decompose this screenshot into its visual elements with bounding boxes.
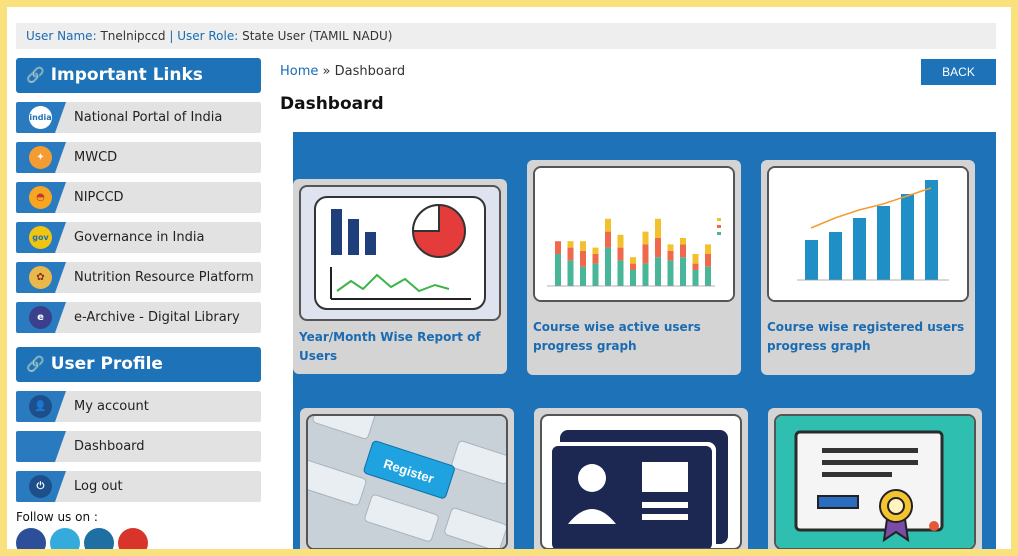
sidebar-item-mwcd[interactable]: ✦ MWCD [16, 142, 261, 173]
report-thumbnail [299, 185, 501, 321]
registered-users-graph-thumbnail [767, 166, 969, 302]
mwcd-icon: ✦ [29, 146, 52, 169]
link-icon: 🔗 [26, 66, 45, 84]
sidebar-item-nipccd[interactable]: ◓ NIPCCD [16, 182, 261, 213]
active-users-graph-thumbnail [533, 166, 735, 302]
user-separator: | [169, 29, 174, 43]
certificate-thumbnail [774, 414, 976, 549]
back-button[interactable]: BACK [921, 59, 996, 85]
register-thumbnail: Register [306, 414, 508, 549]
bar-line-chart-icon [769, 168, 967, 300]
important-links-header: 🔗 Important Links [16, 58, 261, 93]
sidebar-item-label: My account [74, 399, 149, 414]
dashboard-panel: Year/Month Wise Report of Users Course w… [293, 132, 996, 549]
sidebar-item-dashboard[interactable]: Dashboard [16, 431, 261, 462]
card-course-active-users[interactable]: Course wise active users progress graph [527, 160, 741, 375]
sidebar-item-nutrition[interactable]: ✿ Nutrition Resource Platform [16, 262, 261, 293]
user-info-bar: User Name: Tnelnipccd | User Role: State… [16, 23, 996, 49]
user-role: State User (TAMIL NADU) [242, 29, 393, 43]
important-links-title: Important Links [50, 65, 203, 85]
user-role-label: User Role: [177, 29, 239, 43]
mygov-icon: gov [29, 226, 52, 249]
sidebar: 🔗 Important Links india National Portal o… [16, 58, 261, 549]
twitter-icon[interactable] [50, 528, 80, 549]
card-caption[interactable]: Course wise registered users progress gr… [767, 318, 972, 356]
power-icon: ⏻ [29, 475, 52, 498]
sidebar-item-label: National Portal of India [74, 110, 223, 125]
linkedin-icon[interactable] [84, 528, 114, 549]
card-register[interactable]: Register [300, 408, 514, 549]
sidebar-item-e-archive[interactable]: e e-Archive - Digital Library [16, 302, 261, 333]
id-card-thumbnail [540, 414, 742, 549]
sidebar-item-label: Governance in India [74, 230, 205, 245]
card-caption[interactable]: Year/Month Wise Report of Users [299, 328, 507, 366]
card-certificate[interactable] [768, 408, 982, 549]
card-course-registered-users[interactable]: Course wise registered users progress gr… [761, 160, 975, 375]
breadcrumb-separator: » [322, 64, 331, 79]
report-chart-icon [314, 196, 486, 310]
user-profile-title: User Profile [50, 354, 163, 374]
sidebar-item-national-portal[interactable]: india National Portal of India [16, 102, 261, 133]
user-icon: 👤 [29, 395, 52, 418]
breadcrumb: Home » Dashboard [280, 64, 405, 79]
sidebar-item-log-out[interactable]: ⏻ Log out [16, 471, 261, 502]
keyboard-register-icon: Register [308, 416, 506, 548]
breadcrumb-current: Dashboard [334, 64, 406, 79]
certificate-icon [776, 416, 974, 548]
youtube-icon[interactable] [118, 528, 148, 549]
link-icon: 🔗 [26, 355, 45, 373]
sidebar-item-my-account[interactable]: 👤 My account [16, 391, 261, 422]
id-card-icon [542, 416, 740, 548]
sidebar-item-governance[interactable]: gov Governance in India [16, 222, 261, 253]
stacked-bar-chart-icon [535, 168, 733, 300]
page-frame: User Name: Tnelnipccd | User Role: State… [7, 7, 1011, 549]
sidebar-item-label: Dashboard [74, 439, 145, 454]
sidebar-item-label: NIPCCD [74, 190, 124, 205]
sidebar-item-label: Nutrition Resource Platform [74, 270, 254, 285]
e-archive-icon: e [29, 306, 52, 329]
user-name: Tnelnipccd [100, 29, 166, 43]
follow-us-label: Follow us on : [16, 510, 98, 524]
card-id-card[interactable] [534, 408, 748, 549]
card-year-month-report[interactable]: Year/Month Wise Report of Users [293, 179, 507, 374]
breadcrumb-home-link[interactable]: Home [280, 64, 318, 79]
sidebar-item-label: Log out [74, 479, 123, 494]
sidebar-item-label: e-Archive - Digital Library [74, 310, 240, 325]
nutrition-icon: ✿ [29, 266, 52, 289]
india-portal-icon: india [29, 106, 52, 129]
sidebar-item-label: MWCD [74, 150, 118, 165]
social-links [16, 528, 261, 549]
user-name-label: User Name: [26, 29, 97, 43]
page-title: Dashboard [280, 94, 384, 114]
facebook-icon[interactable] [16, 528, 46, 549]
user-profile-header: 🔗 User Profile [16, 347, 261, 382]
nipccd-icon: ◓ [29, 186, 52, 209]
card-caption[interactable]: Course wise active users progress graph [533, 318, 738, 356]
